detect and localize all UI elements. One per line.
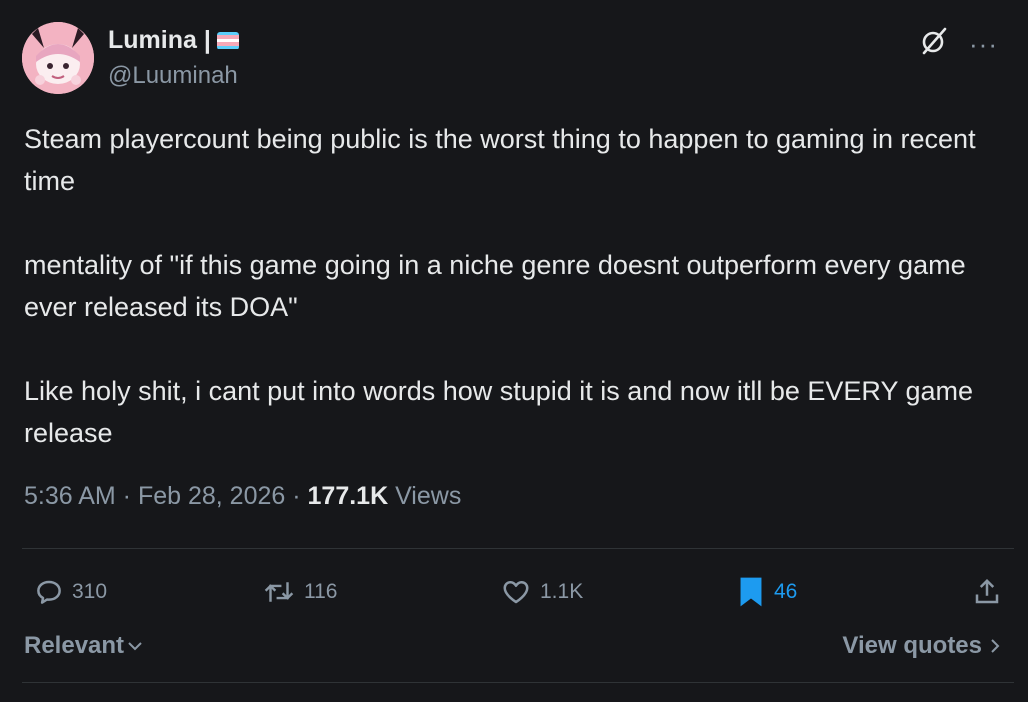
share-icon	[975, 578, 999, 604]
replies-toolbar: Relevant View quotes	[24, 628, 1002, 668]
author-handle[interactable]: @Luuminah	[108, 62, 238, 90]
header-actions: ···	[919, 26, 998, 61]
post-time[interactable]: 5:36 AM	[24, 482, 116, 510]
post-body: Steam playercount being public is the wo…	[24, 118, 1014, 496]
reply-icon	[37, 580, 61, 604]
bookmark-button[interactable]: 46	[736, 575, 797, 609]
avatar[interactable]	[22, 22, 94, 94]
repost-count: 116	[304, 580, 338, 603]
divider	[22, 682, 1014, 683]
chevron-down-icon	[128, 642, 142, 651]
display-name[interactable]: Lumina |	[108, 26, 211, 55]
repost-button[interactable]: 116	[262, 577, 337, 607]
more-options-icon[interactable]: ···	[969, 31, 998, 57]
like-count: 1.1K	[540, 580, 584, 603]
action-bar: 310 116 1.1K 46	[24, 570, 1002, 614]
meta-separator: ·	[285, 482, 308, 510]
sort-label: Relevant	[24, 632, 125, 659]
meta-separator: ·	[115, 482, 138, 510]
post-meta: 5:36 AM · Feb 28, 2026 · 177.1K Views	[24, 482, 461, 511]
heart-icon	[503, 581, 529, 604]
views-label: Views	[388, 482, 462, 510]
reply-button[interactable]: 310	[34, 577, 107, 607]
repost-icon	[264, 582, 294, 602]
view-quotes-link[interactable]: View quotes	[842, 632, 1002, 660]
divider	[22, 548, 1014, 549]
avatar-image	[22, 22, 94, 94]
post-paragraph: mentality of "if this game going in a ni…	[24, 250, 966, 322]
transgender-flag-icon	[216, 31, 239, 50]
bookmark-count: 46	[774, 580, 798, 603]
grok-icon[interactable]	[919, 26, 949, 61]
post-paragraph: Steam playercount being public is the wo…	[24, 124, 976, 196]
bookmark-icon	[740, 577, 762, 607]
share-button[interactable]	[972, 577, 1002, 607]
view-quotes-label: View quotes	[842, 632, 982, 659]
sort-dropdown[interactable]: Relevant	[24, 632, 144, 660]
chevron-right-icon	[991, 639, 1000, 653]
author-name-row[interactable]: Lumina |	[108, 26, 239, 55]
like-button[interactable]: 1.1K	[500, 577, 583, 607]
post-date[interactable]: Feb 28, 2026	[138, 482, 285, 510]
post-paragraph: Like holy shit, i cant put into words ho…	[24, 376, 974, 448]
views-count: 177.1K	[307, 482, 389, 510]
reply-count: 310	[72, 580, 108, 603]
